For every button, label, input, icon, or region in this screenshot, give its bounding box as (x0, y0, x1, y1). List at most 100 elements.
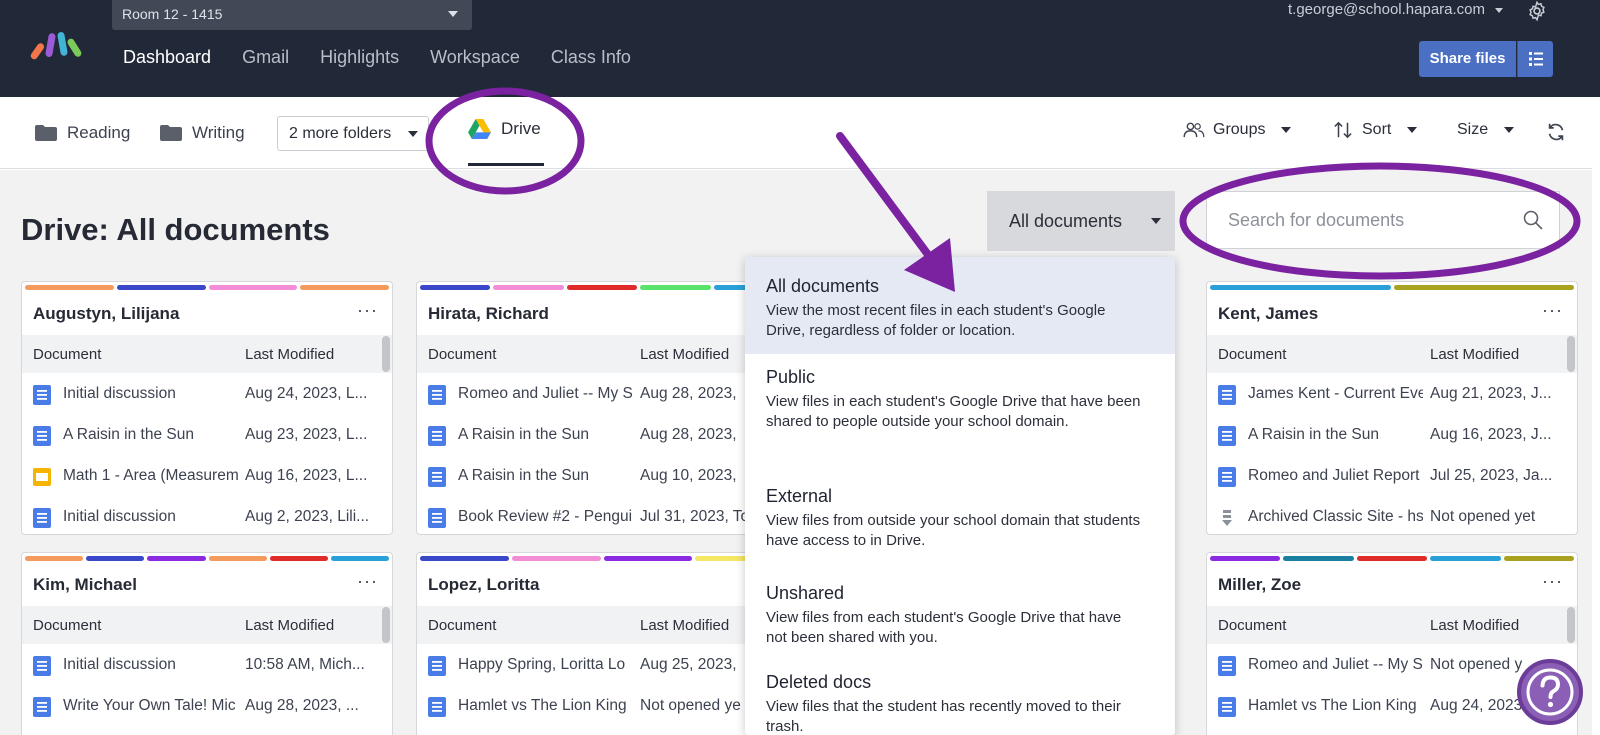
class-select[interactable]: Room 12 - 1415 (112, 0, 472, 30)
more-folders-dropdown[interactable]: 2 more folders (277, 116, 429, 151)
nav-workspace[interactable]: Workspace (430, 44, 520, 70)
google-doc-icon (428, 697, 446, 717)
table-row[interactable]: A Raisin in the Sun Aug 16, 2023, J... (1207, 414, 1577, 455)
account-menu[interactable]: t.george@school.hapara.com (1288, 1, 1504, 18)
document-filter-value: All documents (1009, 211, 1123, 231)
document-name[interactable]: Romeo and Juliet Report (1248, 467, 1423, 485)
google-doc-icon (428, 467, 446, 487)
table-row[interactable]: Romeo and Juliet Report Jul 25, 2023, Ja.… (1207, 455, 1577, 496)
document-name[interactable]: Initial discussion (63, 508, 238, 526)
student-name[interactable]: Kim, Michael (33, 575, 137, 595)
document-name[interactable]: Book Review #2 - Pengui (458, 508, 633, 526)
filter-option-public[interactable]: Public View files in each student's Googl… (745, 354, 1175, 473)
scrollbar[interactable] (382, 607, 390, 643)
document-name[interactable]: Math 1 - Area (Measurem (63, 467, 238, 485)
document-name[interactable]: Happy Spring, Loritta Lo (458, 656, 633, 674)
table-header: Document Last Modified (22, 606, 392, 644)
nav-gmail[interactable]: Gmail (242, 44, 289, 70)
more-options-icon[interactable]: ··· (357, 300, 378, 321)
document-name[interactable]: A Raisin in the Sun (63, 426, 238, 444)
refresh-icon[interactable] (1545, 121, 1567, 143)
more-options-icon[interactable]: ··· (1542, 300, 1563, 321)
gear-icon[interactable] (1526, 0, 1548, 22)
student-name[interactable]: Miller, Zoe (1218, 575, 1301, 595)
more-folders-label: 2 more folders (289, 125, 392, 142)
more-options-icon[interactable]: ··· (1542, 571, 1563, 592)
size-dropdown[interactable]: Size (1457, 121, 1515, 139)
nav-class-info[interactable]: Class Info (551, 44, 631, 70)
more-options-icon[interactable]: ··· (357, 571, 378, 592)
list-icon (1529, 52, 1543, 66)
student-name[interactable]: Hirata, Richard (428, 304, 549, 324)
table-row[interactable]: A Raisin in the Sun Aug 23, 2023, L... (22, 414, 392, 455)
column-header-document: Document (33, 346, 102, 363)
folder-writing[interactable]: Writing (160, 123, 245, 143)
column-header-last-modified: Last Modified (1430, 346, 1520, 363)
document-name[interactable]: Archived Classic Site - hs (1248, 508, 1423, 526)
document-name[interactable]: Hamlet vs The Lion King (1248, 697, 1423, 715)
group-color-bar (511, 556, 601, 561)
document-name[interactable]: Hamlet vs The Lion King (458, 697, 633, 715)
document-name[interactable]: Romeo and Juliet -- My St (1248, 656, 1423, 674)
document-last-modified: Aug 23, 2023, L... (245, 426, 368, 443)
option-title: All documents (766, 276, 880, 296)
groups-icon (1183, 122, 1205, 138)
table-row[interactable]: Math 1 - Area (Measurem Aug 16, 2023, L..… (22, 455, 392, 496)
group-color-bar (1210, 556, 1281, 561)
google-doc-icon (428, 508, 446, 528)
student-name[interactable]: Kent, James (1218, 304, 1318, 324)
document-name[interactable]: Initial discussion (63, 656, 238, 674)
folder-label: Reading (67, 123, 131, 142)
share-options-button[interactable] (1517, 41, 1553, 77)
tab-drive[interactable]: Drive (468, 119, 541, 139)
document-name[interactable]: A Raisin in the Sun (458, 467, 633, 485)
hapara-logo[interactable] (30, 28, 86, 62)
table-row[interactable]: A Raisin in the Sun Aug 10, 2023, (417, 455, 787, 496)
document-name[interactable]: A Raisin in the Sun (1248, 426, 1423, 444)
top-navigation-bar: Room 12 - 1415 Dashboard Gmail Highlight… (0, 0, 1600, 97)
search-icon[interactable] (1523, 210, 1543, 230)
document-name[interactable]: Write Your Own Tale! Mic (63, 697, 238, 715)
scrollbar[interactable] (382, 336, 390, 372)
table-row[interactable]: Romeo and Juliet -- My St Aug 28, 2023, (417, 373, 787, 414)
filter-option-external[interactable]: External View files from outside your sch… (745, 473, 1175, 570)
document-name[interactable]: A Raisin in the Sun (458, 426, 633, 444)
group-color-bar (420, 285, 491, 290)
scrollbar[interactable] (1567, 336, 1575, 372)
help-button[interactable] (1517, 659, 1583, 725)
document-filter-dropdown[interactable]: All documents (987, 191, 1175, 251)
table-row[interactable]: A Raisin in the Sun Aug 28, 2023, (417, 414, 787, 455)
search-input[interactable] (1208, 193, 1508, 247)
folder-label: Writing (192, 123, 245, 142)
table-row[interactable]: James Kent - Current Eve Aug 21, 2023, J.… (1207, 373, 1577, 414)
student-name[interactable]: Lopez, Loritta (428, 575, 539, 595)
groups-dropdown[interactable]: Groups (1183, 121, 1292, 139)
table-row[interactable]: Write Your Own Tale! Mic Aug 28, 2023, ..… (22, 685, 392, 726)
document-name[interactable]: Initial discussion (63, 385, 238, 403)
table-row[interactable]: Happy Spring, Loritta Lo Aug 25, 2023, (417, 644, 787, 685)
table-row[interactable]: Hamlet vs The Lion King Not opened ye (417, 685, 787, 726)
nav-highlights[interactable]: Highlights (320, 44, 399, 70)
table-row[interactable]: Initial discussion Aug 24, 2023, L... (22, 373, 392, 414)
column-header-document: Document (428, 346, 497, 363)
student-name[interactable]: Augustyn, Lilijana (33, 304, 179, 324)
scrollbar[interactable] (1567, 607, 1575, 643)
table-row[interactable]: Archived Classic Site - hs Not opened yet (1207, 496, 1577, 534)
table-row[interactable]: Book Review #2 - Pengui Jul 31, 2023, To (417, 496, 787, 534)
folder-reading[interactable]: Reading (35, 123, 130, 143)
table-row[interactable]: Initial discussion 10:58 AM, Mich... (22, 644, 392, 685)
group-color-bar (603, 556, 693, 561)
document-last-modified: Aug 28, 2023, ... (245, 697, 359, 714)
document-name[interactable]: Romeo and Juliet -- My St (458, 385, 633, 403)
filter-option-deleted-docs[interactable]: Deleted docs View files that the student … (745, 659, 1175, 735)
filter-option-unshared[interactable]: Unshared View files from each student's G… (745, 570, 1175, 659)
document-name[interactable]: James Kent - Current Eve (1248, 385, 1423, 403)
table-row[interactable]: Initial discussion Aug 2, 2023, Lili... (22, 496, 392, 534)
group-color-bar (1393, 285, 1574, 290)
nav-dashboard[interactable]: Dashboard (123, 44, 211, 70)
google-doc-icon (1218, 426, 1236, 446)
share-files-button[interactable]: Share files (1419, 41, 1516, 77)
filter-option-all-documents[interactable]: All documents View the most recent files … (745, 257, 1175, 354)
chevron-down-icon (1151, 218, 1161, 224)
sort-dropdown[interactable]: Sort (1333, 121, 1418, 139)
